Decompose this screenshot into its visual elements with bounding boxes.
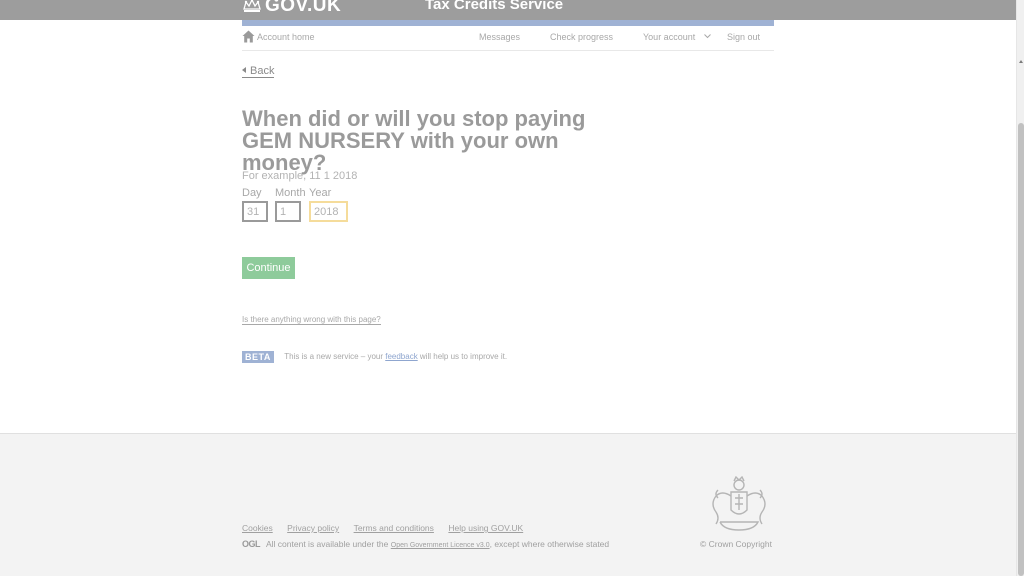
year-field-group: Year xyxy=(309,187,348,222)
nav-your-account[interactable]: Your account xyxy=(643,32,711,42)
nav-messages[interactable]: Messages xyxy=(479,32,520,42)
govuk-logo-link[interactable]: GOV.UK xyxy=(265,0,341,17)
ogl-logo: OGL xyxy=(242,539,261,549)
scrollbar-thumb[interactable] xyxy=(1018,123,1024,576)
beta-tag: BETA xyxy=(242,350,274,363)
day-field-group: Day xyxy=(242,187,268,222)
royal-coat-of-arms-icon xyxy=(712,476,766,531)
month-label: Month xyxy=(275,187,306,199)
footer-link-privacy[interactable]: Privacy policy xyxy=(287,523,339,533)
back-link[interactable]: Back xyxy=(242,65,275,78)
footer-links: Cookies Privacy policy Terms and conditi… xyxy=(242,518,533,536)
nav-account-home[interactable]: Account home xyxy=(257,32,315,42)
nav-check-progress[interactable]: Check progress xyxy=(550,32,613,42)
footer-link-cookies[interactable]: Cookies xyxy=(242,523,273,533)
back-arrow-icon xyxy=(242,67,246,73)
govuk-header: GOV.UK Tax Credits Service xyxy=(0,0,1016,20)
chevron-down-icon xyxy=(703,34,711,39)
scroll-up-arrow-icon[interactable] xyxy=(1019,60,1023,63)
continue-button[interactable]: Continue xyxy=(242,257,295,279)
day-input[interactable] xyxy=(242,201,268,222)
licence-text-after: , except where otherwise stated xyxy=(489,539,610,549)
service-name-link[interactable]: Tax Credits Service xyxy=(425,0,563,13)
vertical-scrollbar[interactable] xyxy=(1016,0,1024,576)
feedback-link[interactable]: feedback xyxy=(385,352,417,361)
page-footer: Cookies Privacy policy Terms and conditi… xyxy=(0,433,1016,576)
home-icon xyxy=(242,30,255,43)
licence-text-before: All content is available under the xyxy=(266,539,391,549)
year-input[interactable] xyxy=(309,201,348,222)
month-field-group: Month xyxy=(275,187,306,222)
footer-link-help[interactable]: Help using GOV.UK xyxy=(448,523,523,533)
beta-text-before: This is a new service – your xyxy=(284,352,386,362)
month-input[interactable] xyxy=(275,201,301,222)
licence-link[interactable]: Open Government Licence v3.0 xyxy=(391,542,490,549)
footer-link-terms[interactable]: Terms and conditions xyxy=(354,523,434,533)
year-label: Year xyxy=(309,187,332,199)
licence-statement: OGL All content is available under the Op… xyxy=(242,539,609,549)
date-hint: For example, 11 1 2018 xyxy=(242,170,358,182)
page-viewport: GOV.UK Tax Credits Service Account home … xyxy=(0,0,1016,576)
beta-text-after: will help us to improve it. xyxy=(417,352,508,362)
beta-message: This is a new service – your feedback wi… xyxy=(284,352,507,361)
phase-banner: BETA This is a new service – your feedba… xyxy=(242,348,507,366)
crown-icon xyxy=(243,0,261,12)
page-heading: When did or will you stop paying GEM NUR… xyxy=(242,106,586,175)
nav-sign-out[interactable]: Sign out xyxy=(727,32,760,42)
day-label: Day xyxy=(242,187,262,199)
back-link-label: Back xyxy=(250,65,275,77)
nav-your-account-label: Your account xyxy=(643,32,696,42)
crown-copyright-link[interactable]: © Crown Copyright xyxy=(700,539,772,549)
account-navigation: Account home Messages Check progress You… xyxy=(242,26,774,51)
report-problem-link[interactable]: Is there anything wrong with this page? xyxy=(242,315,381,325)
